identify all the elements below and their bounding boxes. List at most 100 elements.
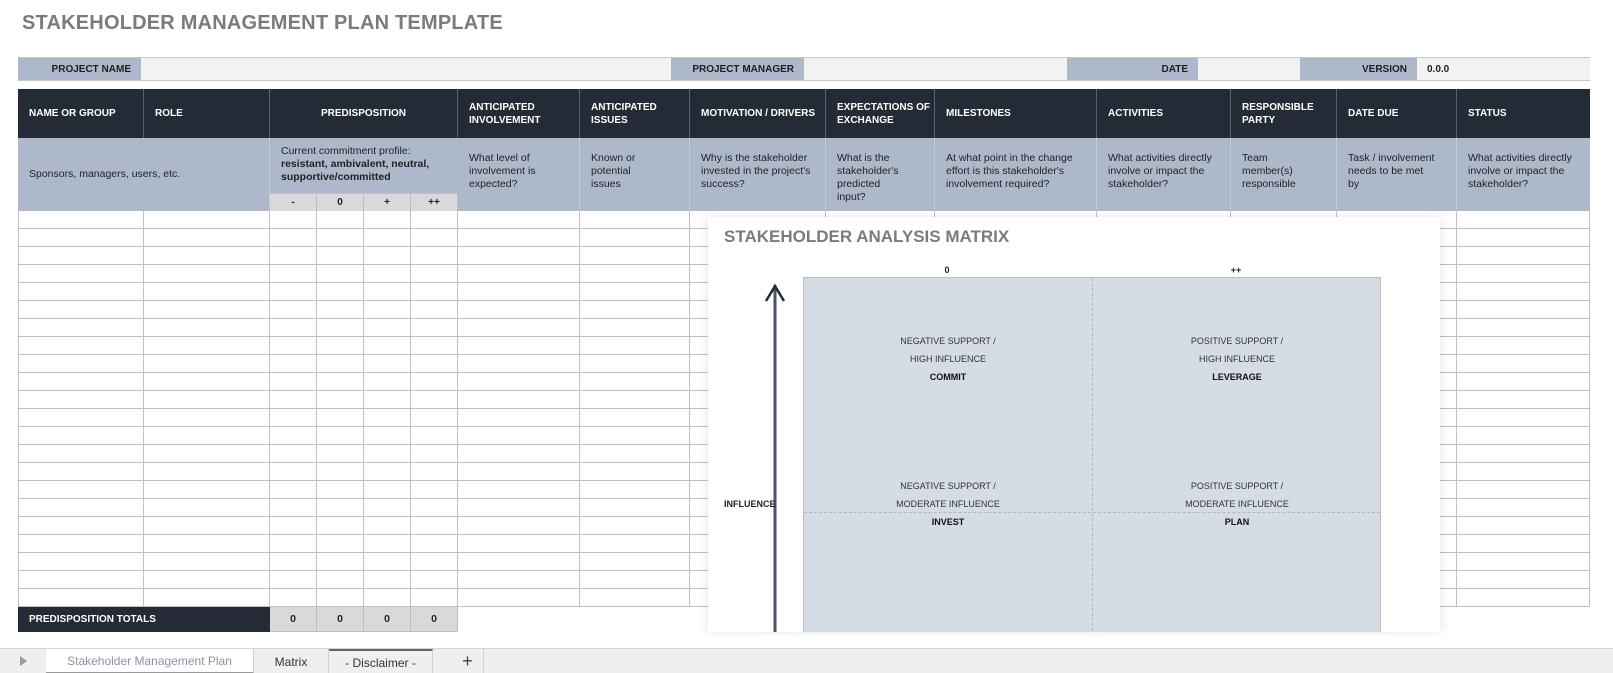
tab-stakeholder-management-plan[interactable]: Stakeholder Management Plan (46, 649, 254, 673)
table-cell[interactable] (317, 481, 364, 499)
table-cell[interactable] (270, 517, 317, 535)
table-cell[interactable] (317, 517, 364, 535)
table-cell[interactable] (18, 319, 144, 337)
table-cell[interactable] (458, 337, 580, 355)
table-cell[interactable] (270, 391, 317, 409)
table-cell[interactable] (580, 319, 690, 337)
table-cell[interactable] (270, 481, 317, 499)
table-cell[interactable] (1457, 481, 1590, 499)
table-cell[interactable] (1457, 589, 1590, 607)
sheet-scroll-right-icon[interactable] (20, 656, 27, 666)
table-cell[interactable] (580, 481, 690, 499)
table-cell[interactable] (1457, 463, 1590, 481)
table-cell[interactable] (144, 499, 270, 517)
table-cell[interactable] (411, 337, 458, 355)
table-cell[interactable] (1457, 517, 1590, 535)
table-cell[interactable] (580, 517, 690, 535)
table-cell[interactable] (458, 409, 580, 427)
table-cell[interactable] (144, 319, 270, 337)
table-cell[interactable] (270, 553, 317, 571)
table-cell[interactable] (18, 247, 144, 265)
table-cell[interactable] (580, 229, 690, 247)
table-cell[interactable] (18, 589, 144, 607)
table-cell[interactable] (18, 427, 144, 445)
table-cell[interactable] (317, 301, 364, 319)
table-cell[interactable] (317, 427, 364, 445)
table-cell[interactable] (580, 571, 690, 589)
table-cell[interactable] (317, 589, 364, 607)
add-sheet-button[interactable]: + (452, 649, 484, 673)
table-cell[interactable] (580, 553, 690, 571)
table-cell[interactable] (411, 481, 458, 499)
table-cell[interactable] (458, 301, 580, 319)
table-cell[interactable] (144, 445, 270, 463)
table-cell[interactable] (270, 319, 317, 337)
table-cell[interactable] (458, 391, 580, 409)
table-cell[interactable] (580, 265, 690, 283)
table-cell[interactable] (270, 445, 317, 463)
table-cell[interactable] (317, 445, 364, 463)
table-cell[interactable] (364, 391, 411, 409)
table-cell[interactable] (458, 571, 580, 589)
version-field[interactable]: 0.0.0 (1417, 58, 1590, 80)
table-cell[interactable] (18, 211, 144, 229)
table-cell[interactable] (364, 535, 411, 553)
table-cell[interactable] (580, 445, 690, 463)
tab-matrix[interactable]: Matrix (254, 649, 329, 673)
table-cell[interactable] (458, 247, 580, 265)
table-cell[interactable] (18, 265, 144, 283)
table-cell[interactable] (580, 535, 690, 553)
table-cell[interactable] (364, 229, 411, 247)
table-cell[interactable] (411, 301, 458, 319)
table-cell[interactable] (18, 535, 144, 553)
table-cell[interactable] (364, 247, 411, 265)
table-cell[interactable] (364, 463, 411, 481)
table-cell[interactable] (270, 283, 317, 301)
table-cell[interactable] (1457, 409, 1590, 427)
table-cell[interactable] (1457, 247, 1590, 265)
table-cell[interactable] (144, 571, 270, 589)
table-cell[interactable] (1457, 499, 1590, 517)
table-cell[interactable] (411, 391, 458, 409)
table-cell[interactable] (580, 499, 690, 517)
table-cell[interactable] (18, 409, 144, 427)
table-cell[interactable] (458, 427, 580, 445)
table-cell[interactable] (317, 211, 364, 229)
table-cell[interactable] (580, 301, 690, 319)
table-cell[interactable] (317, 319, 364, 337)
table-cell[interactable] (458, 481, 580, 499)
table-cell[interactable] (458, 355, 580, 373)
table-cell[interactable] (458, 535, 580, 553)
table-cell[interactable] (144, 463, 270, 481)
table-cell[interactable] (270, 571, 317, 589)
table-cell[interactable] (364, 319, 411, 337)
table-cell[interactable] (580, 463, 690, 481)
table-cell[interactable] (458, 553, 580, 571)
table-cell[interactable] (411, 445, 458, 463)
table-cell[interactable] (458, 229, 580, 247)
table-cell[interactable] (364, 499, 411, 517)
table-cell[interactable] (411, 427, 458, 445)
table-cell[interactable] (1457, 265, 1590, 283)
table-cell[interactable] (18, 391, 144, 409)
table-cell[interactable] (411, 265, 458, 283)
table-cell[interactable] (411, 535, 458, 553)
table-cell[interactable] (1457, 571, 1590, 589)
table-cell[interactable] (1457, 427, 1590, 445)
table-cell[interactable] (580, 283, 690, 301)
table-cell[interactable] (270, 337, 317, 355)
table-cell[interactable] (144, 229, 270, 247)
table-cell[interactable] (411, 319, 458, 337)
table-cell[interactable] (411, 553, 458, 571)
table-cell[interactable] (317, 463, 364, 481)
table-cell[interactable] (1457, 373, 1590, 391)
table-cell[interactable] (18, 445, 144, 463)
table-cell[interactable] (580, 391, 690, 409)
table-cell[interactable] (364, 283, 411, 301)
table-cell[interactable] (18, 283, 144, 301)
table-cell[interactable] (411, 571, 458, 589)
table-cell[interactable] (364, 301, 411, 319)
table-cell[interactable] (144, 517, 270, 535)
tab-disclaimer[interactable]: - Disclaimer - (329, 649, 433, 673)
table-cell[interactable] (580, 337, 690, 355)
